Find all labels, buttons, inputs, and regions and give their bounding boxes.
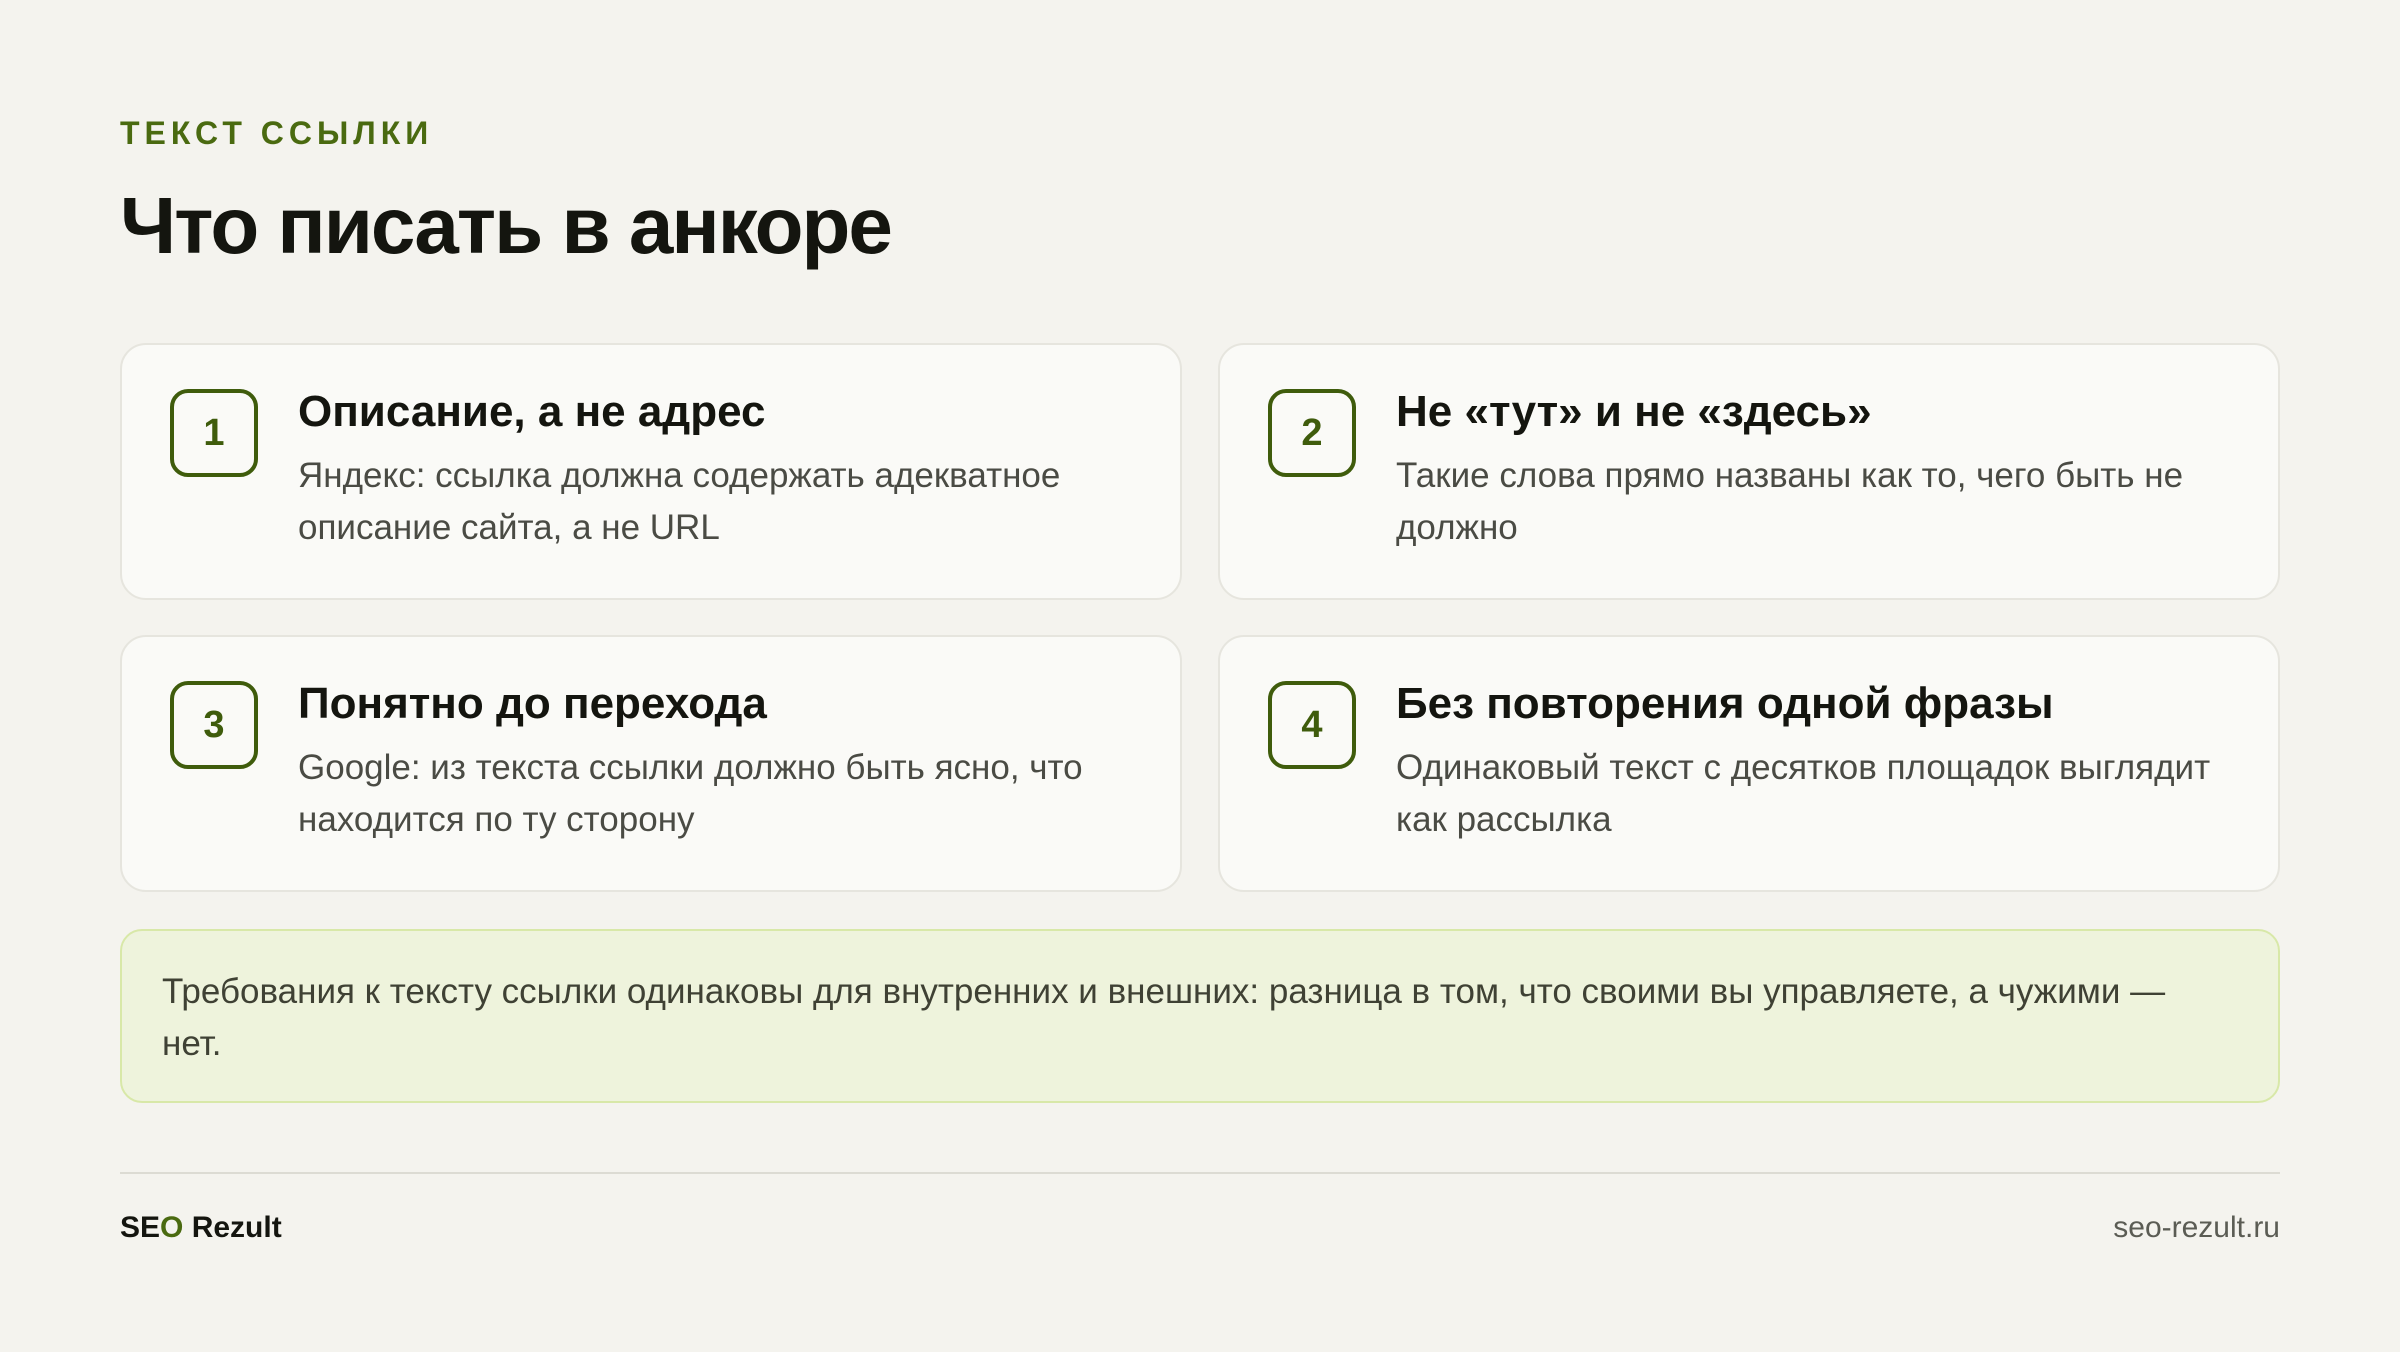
card-title: Описание, а не адрес [298,387,766,436]
cards-grid: 1 Описание, а не адрес Яндекс: ссылка до… [120,343,2280,892]
callout-note: Требования к тексту ссылки одинаковы для… [120,929,2280,1103]
card-2: 2 Не «тут» и не «здесь» Такие слова прям… [1218,343,2280,600]
slide: ТЕКСТ ССЫЛКИ Что писать в анкоре 1 Описа… [120,0,2280,1352]
card-title: Не «тут» и не «здесь» [1396,387,1872,436]
card-1: 1 Описание, а не адрес Яндекс: ссылка до… [120,343,1182,600]
card-3: 3 Понятно до перехода Google: из текста … [120,635,1182,892]
card-number-badge: 3 [170,681,258,769]
card-number-badge: 1 [170,389,258,477]
card-text: Яндекс: ссылка должна содержать адекватн… [298,456,1061,547]
section-eyebrow: ТЕКСТ ССЫЛКИ [120,115,434,151]
card-title: Без повторения одной фразы [1396,679,2054,728]
callout-text: Требования к тексту ссылки одинаковы для… [162,972,2166,1063]
card-number-badge: 2 [1268,389,1356,477]
card-text: Google: из текста ссылки должно быть ясн… [298,748,1083,839]
site-url: seo-rezult.ru [2113,1211,2280,1244]
card-text: Такие слова прямо названы как то, чего б… [1396,456,2184,547]
brand-text-o: O [160,1211,184,1244]
brand-text-rezult: Rezult [183,1211,282,1244]
card-title: Понятно до перехода [298,679,767,728]
card-4: 4 Без повторения одной фразы Одинаковый … [1218,635,2280,892]
brand-logo: SEO Rezult [120,1210,282,1246]
brand-text-se: SE [120,1211,161,1244]
page-title: Что писать в анкоре [120,181,893,270]
card-text: Одинаковый текст с десятков площадок выг… [1396,748,2211,839]
footer-divider [120,1172,2280,1174]
card-number-badge: 4 [1268,681,1356,769]
